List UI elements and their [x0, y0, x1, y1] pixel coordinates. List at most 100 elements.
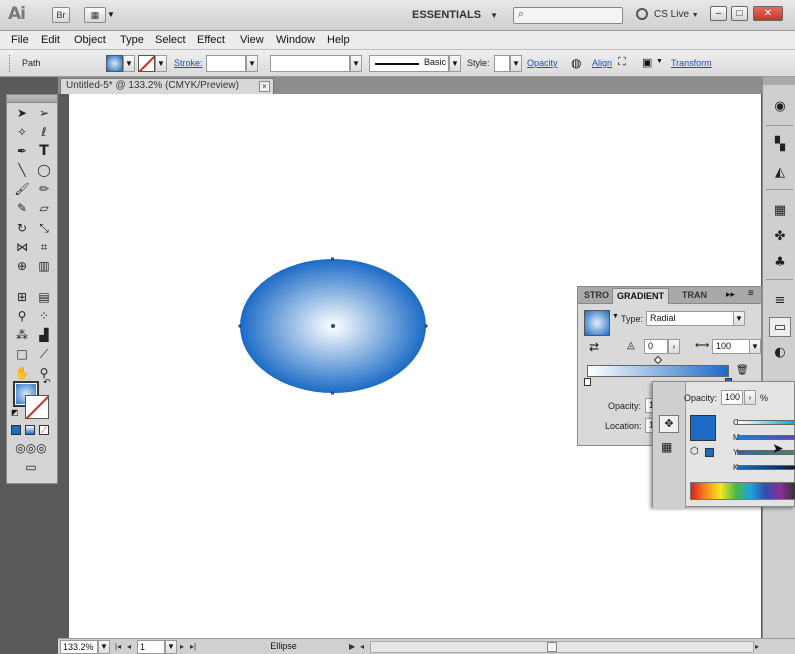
rotate-tool-icon[interactable]: ↻ [12, 219, 32, 237]
menu-select[interactable]: Select [155, 33, 186, 47]
anchor-point[interactable] [331, 391, 334, 395]
gradient-stop-start[interactable] [584, 378, 591, 386]
scroll-right-button[interactable]: ▸ [755, 641, 759, 653]
gradient-presets-dropdown[interactable]: ▼ [612, 313, 619, 320]
transform-handles-icon[interactable]: ⛶ [618, 56, 626, 69]
brush-definition[interactable]: Basic [369, 55, 449, 72]
opacity-link[interactable]: Opacity [527, 57, 558, 69]
hand-tool-icon[interactable]: ✋ [12, 364, 32, 382]
artboard-tool-icon[interactable]: □ [12, 345, 32, 363]
default-colors-icon[interactable]: ◩ [11, 408, 19, 417]
artboard-number-input[interactable]: 1 [137, 640, 165, 654]
stroke-weight-dropdown[interactable]: ▼ [246, 55, 258, 72]
graphic-style-swatch[interactable] [494, 55, 510, 72]
eraser-tool-icon[interactable]: ▱ [34, 199, 54, 217]
magic-wand-tool-icon[interactable]: ✧ [12, 123, 32, 141]
align-link[interactable]: Align [592, 57, 612, 69]
brush-dropdown[interactable]: ▼ [449, 55, 461, 72]
stroke-weight-input[interactable] [206, 55, 246, 72]
status-menu-button[interactable]: ▶ [349, 641, 355, 653]
tab-gradient[interactable]: GRADIENT [612, 288, 669, 304]
free-transform-tool-icon[interactable]: ⌗ [34, 238, 54, 256]
isolate-selection-icon[interactable]: ▣ [642, 56, 652, 69]
first-artboard-button[interactable]: |◂ [115, 641, 121, 653]
stroke-dropdown[interactable]: ▼ [155, 55, 167, 72]
swatches-icon[interactable]: ▦ [661, 440, 672, 454]
menu-help[interactable]: Help [327, 33, 350, 47]
style-dropdown[interactable]: ▼ [510, 55, 522, 72]
color-mode-icon[interactable] [11, 425, 21, 435]
angle-input[interactable]: 0 [644, 339, 668, 354]
blend-tool-icon[interactable]: ⁘ [34, 307, 54, 325]
menu-view[interactable]: View [240, 33, 264, 47]
status-tool-display[interactable]: Ellipse [210, 640, 355, 654]
graphic-styles-icon[interactable]: ✤ [769, 227, 791, 247]
zoom-dropdown[interactable]: ▼ [98, 640, 110, 654]
stroke-swatch[interactable] [138, 55, 155, 72]
menu-type[interactable]: Type [120, 33, 144, 47]
scrollbar-thumb[interactable] [547, 642, 557, 652]
appearance-icon[interactable]: ♣ [769, 253, 791, 273]
artboard-dropdown[interactable]: ▼ [165, 640, 177, 654]
arrange-dropdown-icon[interactable]: ▼ [107, 10, 115, 19]
dock-grip[interactable] [763, 77, 795, 85]
gradient-type-dropdown[interactable]: ▼ [733, 311, 745, 326]
angle-dropdown[interactable]: › [668, 339, 680, 354]
line-tool-icon[interactable]: ╲ [12, 161, 32, 179]
gradient-tool-icon[interactable]: ▤ [34, 288, 54, 306]
color-opacity-input[interactable]: 100 [721, 390, 743, 405]
profile-dropdown[interactable]: ▼ [350, 55, 362, 72]
next-artboard-button[interactable]: ▸ [180, 641, 184, 653]
gradient-panel-icon[interactable]: ▭ [769, 317, 791, 337]
type-tool-icon[interactable]: T [34, 142, 54, 160]
scroll-left-button[interactable]: ◂ [360, 641, 364, 653]
close-window-button[interactable]: ✕ [753, 6, 783, 21]
tools-panel-grip[interactable] [7, 95, 57, 103]
none-mode-icon[interactable]: ⟋ [39, 425, 49, 435]
gradient-preview-swatch[interactable] [584, 310, 610, 336]
gradient-type-select[interactable]: Radial [646, 311, 734, 326]
shape-builder-tool-icon[interactable]: ⊕ [12, 257, 32, 275]
last-artboard-button[interactable]: ▸| [190, 641, 196, 653]
menu-object[interactable]: Object [74, 33, 106, 47]
reverse-gradient-icon[interactable]: ⇄ [589, 340, 599, 354]
tab-stroke[interactable]: STRO [580, 288, 613, 304]
pen-tool-icon[interactable]: ✒ [12, 142, 32, 160]
stroke-link[interactable]: Stroke: [174, 57, 203, 69]
gradient-slider[interactable] [587, 365, 729, 377]
menu-window[interactable]: Window [276, 33, 315, 47]
zoom-level-input[interactable]: 133.2% [60, 640, 98, 654]
direct-selection-tool-icon[interactable]: ➢ [34, 104, 54, 122]
yellow-slider[interactable] [737, 450, 795, 455]
color-spectrum-ramp[interactable] [690, 482, 795, 500]
variable-width-profile[interactable] [270, 55, 350, 72]
blob-brush-tool-icon[interactable]: ✎ [12, 199, 32, 217]
web-safe-swatch[interactable] [705, 448, 714, 457]
menu-effect[interactable]: Effect [197, 33, 225, 47]
pencil-tool-icon[interactable]: ✏ [34, 180, 54, 198]
aspect-ratio-input[interactable]: 100 [712, 339, 750, 354]
stroke-panel-icon[interactable]: ≡ [769, 291, 791, 311]
symbol-sprayer-tool-icon[interactable]: ⁂ [12, 326, 32, 344]
collapse-panel-icon[interactable]: ▸▸ [726, 289, 735, 300]
tab-transparency[interactable]: TRAN [678, 288, 711, 304]
symbols-icon[interactable]: ▦ [769, 201, 791, 221]
brushes-icon[interactable]: ◭ [769, 163, 791, 183]
fill-dropdown[interactable]: ▼ [123, 55, 135, 72]
swap-fill-stroke-icon[interactable]: ↶ [43, 377, 51, 388]
delete-stop-icon[interactable]: 🗑 [736, 365, 749, 376]
black-slider[interactable] [737, 465, 795, 470]
stroke-color-swatch[interactable] [25, 395, 49, 419]
slice-tool-icon[interactable]: ⟋ [34, 345, 54, 363]
anchor-point[interactable] [238, 324, 242, 328]
transform-link[interactable]: Transform [671, 57, 712, 69]
aspect-ratio-dropdown[interactable]: ▼ [749, 339, 761, 354]
perspective-grid-tool-icon[interactable]: ▥ [34, 257, 54, 275]
document-tab[interactable]: Untitled-5* @ 133.2% (CMYK/Preview) × [60, 78, 274, 94]
anchor-point[interactable] [424, 324, 428, 328]
selection-tool-icon[interactable]: ➤ [12, 104, 32, 122]
arrange-documents-button[interactable]: ▦ [84, 7, 106, 23]
color-opacity-dropdown[interactable]: › [744, 390, 756, 405]
panel-menu-icon[interactable]: ≡ [748, 288, 754, 299]
gradient-mode-icon[interactable] [25, 425, 35, 435]
